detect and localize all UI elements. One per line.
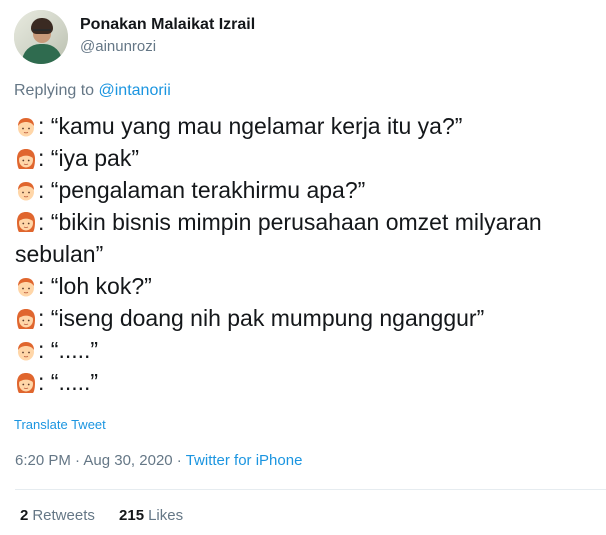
tweet-header: Ponakan Malaikat Izrail @ainunrozi [14, 10, 255, 64]
woman-emoji-icon [15, 308, 37, 330]
meta-separator: · [172, 452, 186, 469]
dialog-text: : “pengalaman terakhirmu apa?” [38, 177, 366, 203]
dialog-line: : “bikin bisnis mimpin perusahaan omzet … [15, 206, 606, 270]
woman-emoji-icon [15, 148, 37, 170]
tweet-date[interactable]: Aug 30, 2020 [83, 452, 172, 469]
dialog-line: : “kamu yang mau ngelamar kerja itu ya?” [15, 110, 606, 142]
retweets-stat[interactable]: 2 Retweets [20, 507, 95, 524]
man-emoji-icon [15, 340, 37, 362]
meta-separator: · [70, 452, 84, 469]
man-emoji-icon [15, 180, 37, 202]
likes-label: Likes [148, 507, 184, 524]
dialog-line: : “.....” [15, 334, 606, 366]
replying-to: Replying to @intanorii [14, 82, 171, 100]
dialog-text: : “loh kok?” [38, 273, 152, 299]
man-emoji-icon [15, 276, 37, 298]
dialog-text: : “kamu yang mau ngelamar kerja itu ya?” [38, 113, 463, 139]
dialog-text: : “.....” [38, 337, 99, 363]
man-emoji-icon [15, 116, 37, 138]
dialog-text: : “bikin bisnis mimpin perusahaan omzet … [15, 209, 542, 267]
retweets-label: Retweets [32, 507, 95, 524]
user-names: Ponakan Malaikat Izrail @ainunrozi [80, 15, 255, 57]
user-handle[interactable]: @ainunrozi [80, 37, 255, 57]
likes-stat[interactable]: 215 Likes [119, 507, 183, 524]
dialog-line: : “iya pak” [15, 142, 606, 174]
dialog-line: : “.....” [15, 366, 606, 398]
dialog-text: : “iya pak” [38, 145, 139, 171]
tweet-meta: 6:20 PM · Aug 30, 2020 · Twitter for iPh… [15, 452, 302, 469]
tweet-body: : “kamu yang mau ngelamar kerja itu ya?”… [15, 110, 606, 398]
tweet-stats: 2 Retweets 215 Likes [20, 507, 183, 524]
retweets-count: 2 [20, 507, 29, 524]
dialog-text: : “.....” [38, 369, 99, 395]
avatar[interactable] [14, 10, 68, 64]
dialog-line: : “pengalaman terakhirmu apa?” [15, 174, 606, 206]
likes-count: 215 [119, 507, 145, 524]
replying-prefix: Replying to [14, 82, 99, 99]
reply-mention-link[interactable]: @intanorii [99, 82, 171, 99]
dialog-line: : “loh kok?” [15, 270, 606, 302]
display-name[interactable]: Ponakan Malaikat Izrail [80, 15, 255, 35]
tweet-time[interactable]: 6:20 PM [15, 452, 71, 469]
divider [15, 489, 606, 490]
woman-emoji-icon [15, 372, 37, 394]
dialog-line: : “iseng doang nih pak mumpung nganggur” [15, 302, 606, 334]
dialog-text: : “iseng doang nih pak mumpung nganggur” [38, 305, 485, 331]
translate-tweet-link[interactable]: Translate Tweet [14, 417, 106, 432]
woman-emoji-icon [15, 211, 37, 233]
tweet-source-link[interactable]: Twitter for iPhone [186, 452, 303, 469]
